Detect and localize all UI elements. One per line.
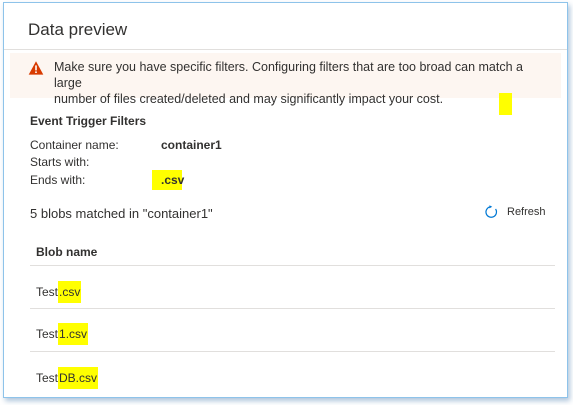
data-preview-panel: Data preview Make sure you have specific… [3,2,568,398]
refresh-icon [485,205,498,218]
blob-name-prefix: Test [36,371,59,385]
ends-with-value: .csv [161,173,185,187]
warning-text: Make sure you have specific filters. Con… [54,59,534,107]
container-name-value: container1 [161,138,222,152]
panel-title: Data preview [28,20,128,39]
table-row[interactable]: Test DB.csv [36,367,99,389]
refresh-label: Refresh [507,206,546,218]
header-divider [4,49,567,50]
ends-with-label: Ends with: [30,173,86,187]
blob-name-highlighted-part: .csv [58,281,82,303]
table-row-divider [30,265,555,266]
table-row-divider [30,351,555,352]
table-row-divider [30,308,555,309]
blob-name-prefix: Test [36,327,59,341]
refresh-button[interactable]: Refresh [484,203,546,221]
blob-name-prefix: Test [36,285,59,299]
warning-message-bar: Make sure you have specific filters. Con… [10,53,561,106]
container-name-label: Container name: [30,138,119,152]
blob-name-highlighted-part: DB.csv [58,367,99,389]
warning-text-line-1: Make sure you have specific filters. Con… [54,60,523,90]
warning-triangle-icon [28,61,44,75]
table-row[interactable]: Test 1.csv [36,323,89,345]
starts-with-label: Starts with: [30,155,90,169]
warning-text-line-2: number of files created/deleted and may … [54,92,444,106]
blobs-matched-summary: 5 blobs matched in "container1" [30,206,213,221]
blob-name-highlighted-part: 1.csv [58,323,89,345]
table-row[interactable]: Test .csv [36,281,82,303]
event-trigger-filters-title: Event Trigger Filters [30,114,147,128]
blob-name-column-header: Blob name [36,245,98,259]
highlight-mark [499,93,512,115]
